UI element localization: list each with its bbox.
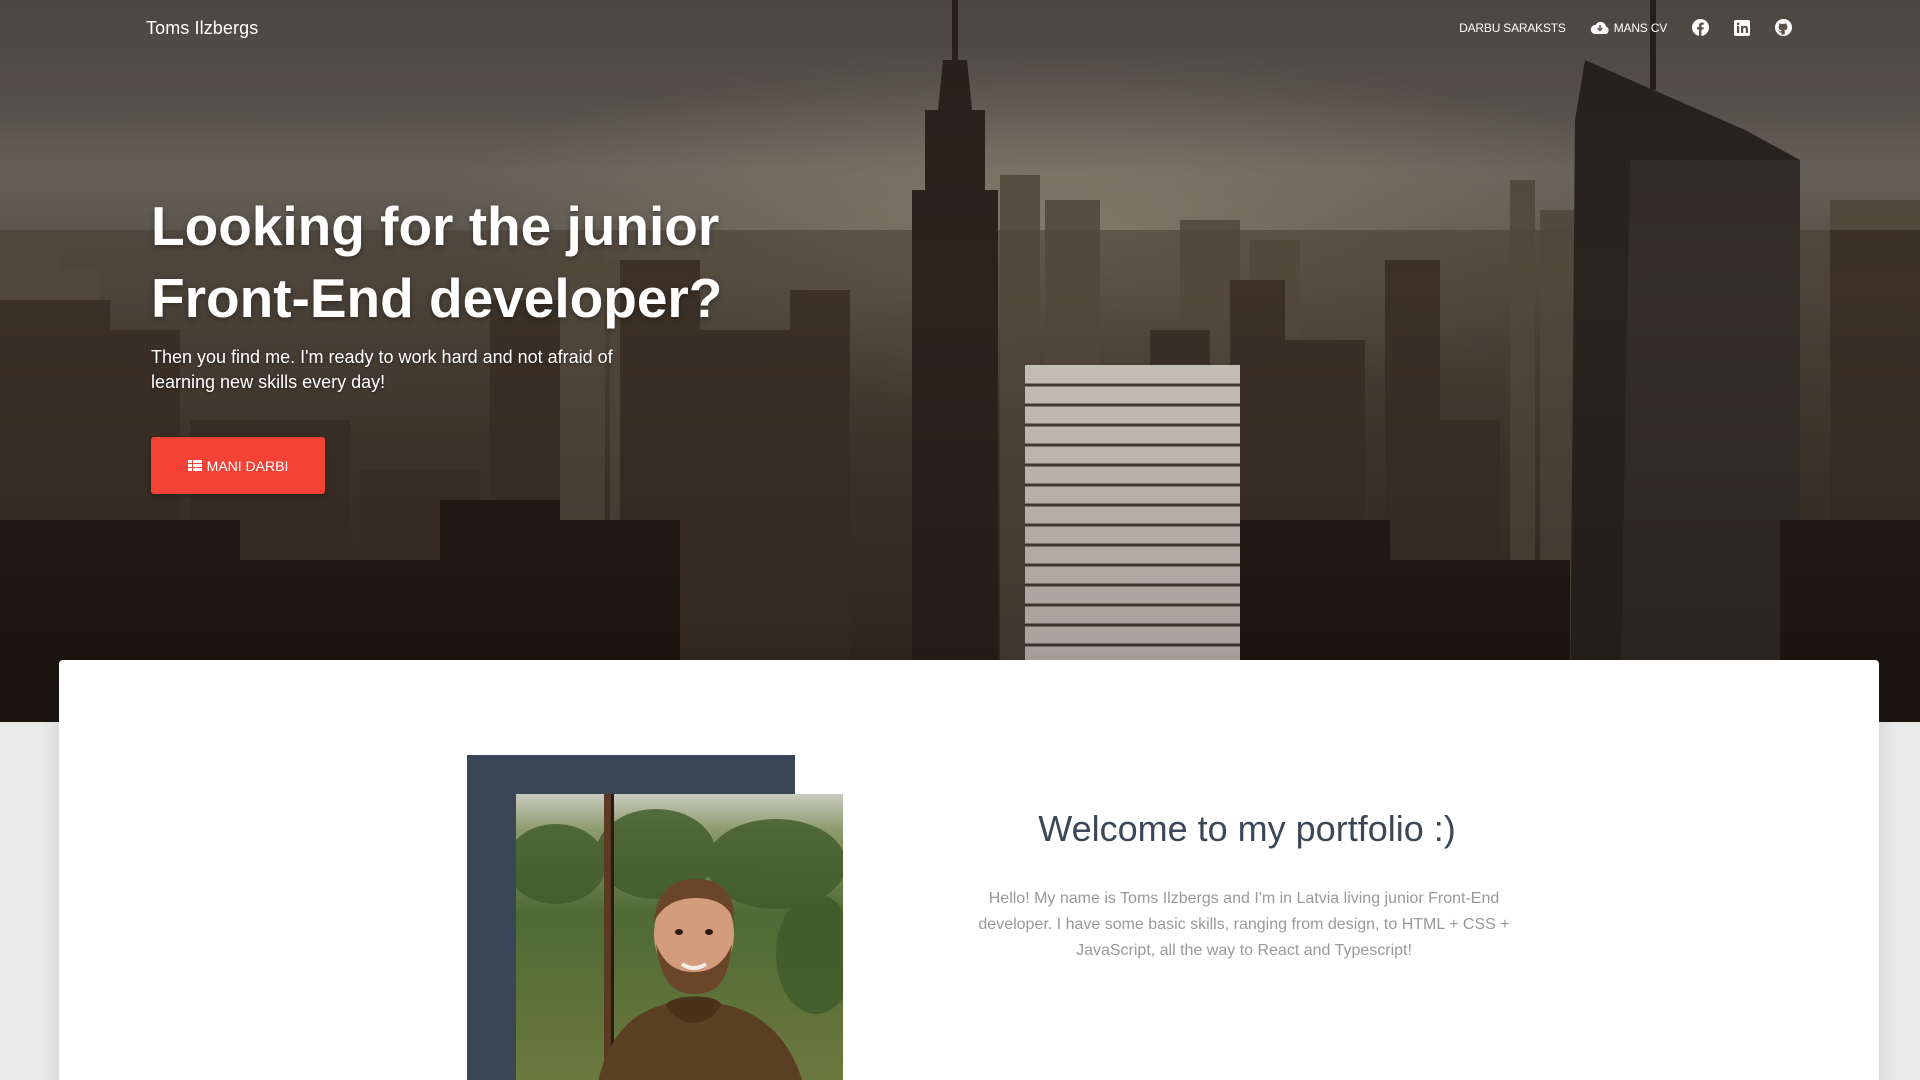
grid-view-icon (187, 460, 202, 471)
nav-cv-link[interactable]: MANS CV (1590, 21, 1667, 35)
my-works-button-label: MANI DARBI (206, 457, 289, 474)
github-icon[interactable] (1775, 19, 1792, 36)
nav-projects-link[interactable]: DARBU SARAKSTS (1459, 21, 1566, 35)
facebook-icon[interactable] (1692, 19, 1709, 36)
my-works-button[interactable]: MANI DARBI (151, 437, 325, 494)
linkedin-icon[interactable] (1734, 19, 1750, 36)
hero-title-line-2: Front-End developer? (151, 267, 723, 329)
nav-projects-label: DARBU SARAKSTS (1459, 20, 1566, 35)
hero-subtitle: Then you find me. I'm ready to work hard… (151, 347, 613, 392)
hero-title-line-1: Looking for the junior (151, 195, 720, 257)
hero-section: Toms Ilzbergs DARBU SARAKSTS MANS CV Loo… (0, 0, 1920, 722)
nav-cv-label: MANS CV (1613, 20, 1667, 35)
about-card: Welcome to my portfolio :) Hello! My nam… (59, 660, 1879, 1080)
hero-title: Looking for the junior Front-End develop… (151, 190, 771, 334)
cloud-download-icon (1590, 21, 1609, 34)
welcome-heading: Welcome to my portfolio :) (1038, 808, 1456, 849)
intro-paragraph: Hello! My name is Toms Ilzbergs and I'm … (978, 890, 1510, 959)
brand-logo[interactable]: Toms Ilzbergs (146, 18, 258, 39)
top-navigation: DARBU SARAKSTS MANS CV (1435, 19, 1792, 36)
profile-photo (516, 794, 843, 1080)
